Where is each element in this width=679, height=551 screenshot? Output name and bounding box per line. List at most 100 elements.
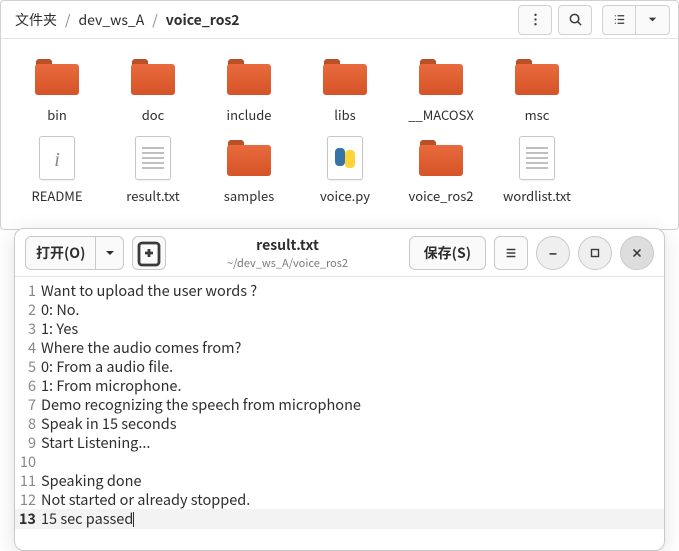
line-text: 0: From a audio file. bbox=[41, 357, 173, 376]
folder-icon bbox=[225, 53, 273, 101]
line-number: 7 bbox=[15, 395, 41, 414]
file-item[interactable]: samples bbox=[201, 134, 297, 205]
breadcrumb-separator: / bbox=[150, 10, 160, 30]
file-manager-window: 文件夹/dev_ws_A/voice_ros2 bindocincludelib… bbox=[0, 0, 679, 230]
file-label: libs bbox=[334, 105, 355, 124]
open-split-button: 打开(O) bbox=[25, 236, 124, 270]
file-label: bin bbox=[47, 105, 67, 124]
save-button[interactable]: 保存(S) bbox=[409, 236, 486, 270]
editor-line[interactable]: 9Start Listening... bbox=[15, 433, 664, 452]
editor-line[interactable]: 8Speak in 15 seconds bbox=[15, 414, 664, 433]
new-tab-button[interactable] bbox=[132, 236, 166, 270]
file-label: include bbox=[227, 105, 272, 124]
breadcrumb-separator: / bbox=[63, 10, 73, 30]
folder-icon bbox=[417, 134, 465, 182]
editor-line[interactable]: 20: No. bbox=[15, 300, 664, 319]
line-number: 5 bbox=[15, 357, 41, 376]
line-text: 15 sec passed bbox=[41, 509, 134, 529]
view-toggle bbox=[602, 5, 670, 35]
file-item[interactable]: __MACOSX bbox=[393, 53, 489, 124]
folder-icon bbox=[225, 134, 273, 182]
line-text: Where the audio comes from? bbox=[41, 338, 241, 357]
line-text: Want to upload the user words ? bbox=[41, 281, 257, 300]
line-text: Demo recognizing the speech from microph… bbox=[41, 395, 361, 414]
file-item[interactable]: wordlist.txt bbox=[489, 134, 585, 205]
line-number: 3 bbox=[15, 319, 41, 338]
minimize-button[interactable] bbox=[536, 236, 570, 270]
file-grid: bin doc include libs __MACOSX msc README result… bbox=[1, 39, 678, 229]
file-item[interactable]: bin bbox=[9, 53, 105, 124]
editor-line[interactable]: 7Demo recognizing the speech from microp… bbox=[15, 395, 664, 414]
file-item[interactable]: README bbox=[9, 134, 105, 205]
line-number: 12 bbox=[15, 490, 41, 509]
file-item[interactable]: doc bbox=[105, 53, 201, 124]
file-label: wordlist.txt bbox=[503, 186, 571, 205]
line-number: 2 bbox=[15, 300, 41, 319]
folder-icon bbox=[513, 53, 561, 101]
breadcrumb-segment[interactable]: dev_ws_A bbox=[73, 8, 151, 32]
breadcrumb-segment[interactable]: voice_ros2 bbox=[160, 8, 246, 32]
line-text: Not started or already stopped. bbox=[41, 490, 250, 509]
line-number: 10 bbox=[15, 452, 41, 471]
text-file-icon bbox=[33, 134, 81, 182]
line-text: 1: From microphone. bbox=[41, 376, 182, 395]
file-label: doc bbox=[142, 105, 165, 124]
folder-icon bbox=[129, 53, 177, 101]
editor-line[interactable]: 1Want to upload the user words ? bbox=[15, 281, 664, 300]
editor-title: result.txt bbox=[166, 235, 408, 255]
line-text: 0: No. bbox=[41, 300, 79, 319]
editor-line[interactable]: 12Not started or already stopped. bbox=[15, 490, 664, 509]
editor-line[interactable]: 10 bbox=[15, 452, 664, 471]
open-button[interactable]: 打开(O) bbox=[25, 236, 96, 270]
editor-window: 打开(O) result.txt ~/dev_ws_A/voice_ros2 保… bbox=[14, 228, 665, 551]
file-item[interactable]: result.txt bbox=[105, 134, 201, 205]
editor-line[interactable]: 61: From microphone. bbox=[15, 376, 664, 395]
editor-line[interactable]: 31: Yes bbox=[15, 319, 664, 338]
more-button[interactable] bbox=[518, 5, 552, 35]
breadcrumb-segment[interactable]: 文件夹 bbox=[9, 8, 63, 32]
line-number: 9 bbox=[15, 433, 41, 452]
file-label: result.txt bbox=[126, 186, 179, 205]
editor-text-area[interactable]: 1Want to upload the user words ?20: No.3… bbox=[15, 277, 664, 550]
editor-title-area: result.txt ~/dev_ws_A/voice_ros2 bbox=[166, 235, 408, 271]
file-item[interactable]: include bbox=[201, 53, 297, 124]
open-dropdown-button[interactable] bbox=[96, 236, 124, 270]
line-text: Speak in 15 seconds bbox=[41, 414, 177, 433]
line-number: 13 bbox=[15, 509, 41, 529]
folder-icon bbox=[321, 53, 369, 101]
list-view-button[interactable] bbox=[602, 5, 636, 35]
file-label: msc bbox=[525, 105, 550, 124]
breadcrumb[interactable]: 文件夹/dev_ws_A/voice_ros2 bbox=[9, 8, 512, 32]
maximize-button[interactable] bbox=[578, 236, 612, 270]
editor-header: 打开(O) result.txt ~/dev_ws_A/voice_ros2 保… bbox=[15, 229, 664, 277]
file-label: samples bbox=[224, 186, 274, 205]
folder-icon bbox=[33, 53, 81, 101]
file-item[interactable]: voice.py bbox=[297, 134, 393, 205]
line-number: 8 bbox=[15, 414, 41, 433]
editor-line[interactable]: 1315 sec passed bbox=[15, 509, 664, 529]
file-label: README bbox=[32, 186, 83, 205]
text-file-icon bbox=[513, 134, 561, 182]
file-manager-toolbar: 文件夹/dev_ws_A/voice_ros2 bbox=[1, 1, 678, 39]
close-button[interactable] bbox=[620, 236, 654, 270]
line-text: Speaking done bbox=[41, 471, 142, 490]
file-item[interactable]: msc bbox=[489, 53, 585, 124]
editor-path: ~/dev_ws_A/voice_ros2 bbox=[166, 255, 408, 271]
line-number: 1 bbox=[15, 281, 41, 300]
folder-icon bbox=[417, 53, 465, 101]
search-button[interactable] bbox=[558, 5, 592, 35]
line-number: 11 bbox=[15, 471, 41, 490]
view-options-button[interactable] bbox=[636, 5, 670, 35]
editor-line[interactable]: 50: From a audio file. bbox=[15, 357, 664, 376]
editor-line[interactable]: 11Speaking done bbox=[15, 471, 664, 490]
file-label: __MACOSX bbox=[408, 105, 474, 124]
line-text: Start Listening... bbox=[41, 433, 150, 452]
text-file-icon bbox=[129, 134, 177, 182]
line-number: 4 bbox=[15, 338, 41, 357]
python-file-icon bbox=[321, 134, 369, 182]
file-item[interactable]: libs bbox=[297, 53, 393, 124]
file-item[interactable]: voice_ros2 bbox=[393, 134, 489, 205]
editor-line[interactable]: 4Where the audio comes from? bbox=[15, 338, 664, 357]
line-number: 6 bbox=[15, 376, 41, 395]
hamburger-menu-button[interactable] bbox=[494, 236, 528, 270]
